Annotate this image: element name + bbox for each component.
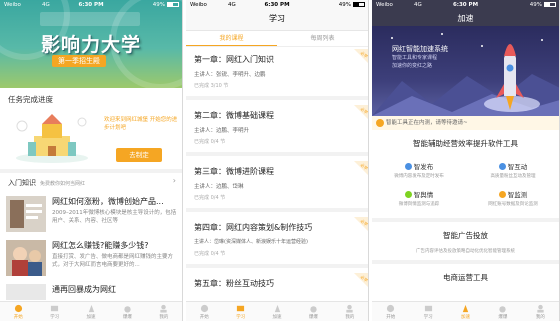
book-icon (51, 305, 59, 312)
list-item[interactable]: 网红怎么赚钱?能赚多少钱? 直接打赏、发广告、做电商都是网红赚钱的主要方式，对于… (6, 240, 178, 280)
tab-bar: 开始 学习 加速 爆爆 我的 (0, 301, 182, 321)
welcome-text: 欢迎来到网红城堡 开始您的进步计划吧 (104, 117, 178, 131)
ad-section-title[interactable]: 智能广告投放 (372, 230, 559, 241)
home-icon (14, 304, 22, 313)
banner-title: 影响力大学 (40, 34, 141, 56)
home-banner[interactable]: Weibo 4G 6:30 PM 49% 影响力大学 第一季招生殿 (0, 0, 182, 88)
page-title: 学习 (269, 14, 285, 23)
rocket-icon (88, 304, 94, 313)
chapter-item[interactable]: 第三章：微博进阶课程 必学 主讲人：边鹏、岱琳 已完成 0/4 节 (186, 160, 368, 212)
monitor-icon (498, 191, 506, 198)
rocket-icon (274, 304, 280, 313)
required-badge: 必学 (346, 272, 368, 287)
tab-bar: 开始 学习 加速 爆爆 我的 (372, 301, 559, 321)
info-icon (376, 119, 384, 127)
plan-button[interactable]: 去制定 (116, 148, 162, 162)
banner-subtitle: 智能工具和专家课程 加速你的变红之路 (392, 55, 438, 69)
ecom-section-title[interactable]: 电商运营工具 (372, 272, 559, 283)
tab-learn[interactable]: 学习 (222, 302, 258, 321)
user-icon (160, 304, 167, 313)
tab-speedup[interactable]: 加速 (73, 302, 109, 321)
user-icon (346, 304, 353, 313)
tab-mine[interactable]: 我的 (146, 302, 182, 321)
tab-start[interactable]: 开始 (186, 302, 222, 321)
required-badge: 必学 (346, 48, 368, 63)
tab-start[interactable]: 开始 (372, 302, 409, 321)
publish-icon (404, 163, 412, 170)
chapter-item[interactable]: 第一章：网红入门知识 必学 主讲人：张锐、李明升、边鹏 已完成 3/10 节 (186, 48, 368, 100)
chapter-item[interactable]: 第二章：微博基础课程 必学 主讲人：边鹏、李明升 已完成 0/4 节 (186, 104, 368, 156)
beta-notice: 智能工具正在内测，请等待邀请~ (372, 116, 559, 130)
list-item[interactable]: 网红如何涨粉，微博创始产品... 2009–2011年微博核心模块是核主导设计的… (6, 196, 178, 236)
banner-title: 网红智能加速系统 (392, 45, 448, 53)
home-icon (387, 304, 395, 313)
list-item[interactable]: 通再回暴成为网红 (6, 284, 178, 300)
phone-home: Weibo 4G 6:30 PM 49% 影响力大学 第一季招生殿 任务完成进度 (0, 0, 183, 321)
book-icon (237, 305, 245, 312)
speedup-header: Weibo 4G 6:30 PM 49% 加速 (372, 0, 559, 26)
tool-interact[interactable]: 智互动 高质量粉丝互动及管理 (466, 158, 559, 186)
sentiment-icon (404, 191, 412, 198)
tab-learn[interactable]: 学习 (36, 302, 72, 321)
tab-hot[interactable]: 爆爆 (295, 302, 331, 321)
rocket-illustration-icon (372, 33, 559, 116)
fire-icon (499, 306, 507, 313)
course-thumbnail (6, 284, 46, 300)
status-bar: Weibo 4G 6:30 PM 49% (186, 0, 368, 10)
tab-hot[interactable]: 爆爆 (109, 302, 145, 321)
tab-bar: 开始 学习 加速 爆爆 我的 (186, 301, 368, 321)
learn-header: Weibo 4G 6:30 PM 49% 学习 (186, 0, 368, 31)
phone-learn: Weibo 4G 6:30 PM 49% 学习 我的课程 每周列表 第一章：网红… (186, 0, 369, 321)
book-icon (424, 305, 432, 312)
tools-grid: 智发布 微博内容发布及定时发布 智互动 高质量粉丝互动及管理 智舆情 微博舆情监… (372, 158, 559, 214)
tab-hot[interactable]: 爆爆 (484, 302, 521, 321)
banner-subtitle: 第一季招生殿 (52, 55, 106, 67)
progress-card: 欢迎来到网红城堡 开始您的进步计划吧 去制定 (0, 104, 182, 166)
fire-icon (124, 306, 131, 313)
required-badge: 必学 (346, 216, 368, 231)
course-section-header[interactable]: 入门知识 免费教你如何当网红 (8, 178, 85, 188)
tab-mine[interactable]: 我的 (332, 302, 368, 321)
ad-section-desc: 广告内容评估及投放策略自动化优化智能管理系统 (416, 249, 515, 254)
tab-speedup[interactable]: 加速 (259, 302, 295, 321)
tab-speedup[interactable]: 加速 (447, 302, 484, 321)
fire-icon (310, 306, 317, 313)
speedup-banner[interactable]: 网红智能加速系统 智能工具和专家课程 加速你的变红之路 (372, 26, 559, 116)
learn-tabs: 我的课程 每周列表 (186, 31, 368, 47)
tab-mine[interactable]: 我的 (522, 302, 559, 321)
chapter-item[interactable]: 第四章：网红内容策划&制作技巧 必学 主讲人：岱琳(资深媒体人、新浪娱乐十年运营… (186, 216, 368, 268)
castle-illustration-icon (16, 114, 88, 163)
course-thumbnail (6, 240, 46, 276)
tools-section-title: 智能辅助经营效率提升软件工具 (413, 139, 518, 148)
required-badge: 必学 (346, 104, 368, 119)
interact-icon (498, 163, 506, 170)
status-bar: Weibo 4G 6:30 PM 49% (372, 0, 559, 10)
rocket-icon (462, 304, 469, 313)
chevron-right-icon[interactable]: › (173, 176, 176, 185)
required-badge: 必学 (346, 160, 368, 175)
tab-weekly-list[interactable]: 每周列表 (277, 31, 368, 46)
user-icon (537, 304, 544, 313)
tab-learn[interactable]: 学习 (409, 302, 446, 321)
tab-my-courses[interactable]: 我的课程 (186, 31, 277, 46)
tab-start[interactable]: 开始 (0, 302, 36, 321)
course-thumbnail (6, 196, 46, 232)
status-bar: Weibo 4G 6:30 PM 49% (0, 0, 182, 10)
screenshots-row: Weibo 4G 6:30 PM 49% 影响力大学 第一季招生殿 任务完成进度 (0, 0, 560, 321)
tool-sentiment[interactable]: 智舆情 微博舆情监测与追踪 (372, 186, 466, 214)
tool-publish[interactable]: 智发布 微博内容发布及定时发布 (372, 158, 466, 186)
phone-speedup: Weibo 4G 6:30 PM 49% 加速 网红智能加速系统 智能工具和专家… (372, 0, 560, 321)
home-icon (200, 304, 208, 313)
page-title: 加速 (457, 14, 474, 23)
tool-monitor[interactable]: 智监测 网红账号数据及舆论监测 (466, 186, 559, 214)
